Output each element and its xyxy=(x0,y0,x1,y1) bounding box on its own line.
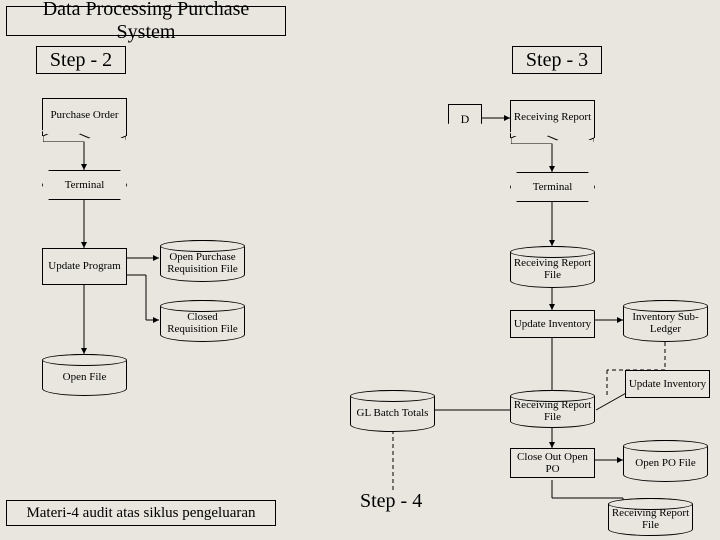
connector-d: D xyxy=(448,104,482,134)
cyl-receiving-report-file-2: Receiving Report File xyxy=(510,390,595,428)
cyl-open-purchase-req-file: Open Purchase Requisition File xyxy=(160,240,245,282)
cyl-gl-batch-totals: GL Batch Totals xyxy=(350,390,435,432)
page-title: Data Processing Purchase System xyxy=(6,6,286,36)
step-3-label: Step - 3 xyxy=(512,46,602,74)
doc-purchase-order: Purchase Order xyxy=(42,98,127,136)
proc-update-program: Update Program xyxy=(42,248,127,285)
title-text: Data Processing Purchase System xyxy=(15,0,277,44)
doc-receiving-report: Receiving Report xyxy=(510,100,595,138)
step-4-label: Step - 4 xyxy=(360,490,422,513)
cyl-inventory-sub-ledger: Inventory Sub-Ledger xyxy=(623,300,708,342)
cyl-open-po-file: Open PO File xyxy=(623,440,708,482)
cyl-receiving-report-file-1: Receiving Report File xyxy=(510,246,595,288)
terminal-left: Terminal xyxy=(42,170,127,200)
proc-update-inventory-1: Update Inventory xyxy=(510,310,595,338)
step-2-label: Step - 2 xyxy=(36,46,126,74)
footer-caption: Materi-4 audit atas siklus pengeluaran xyxy=(6,500,276,526)
proc-update-inventory-2: Update Inventory xyxy=(625,370,710,398)
cyl-receiving-report-file-3: Receiving Report File xyxy=(608,498,693,536)
cyl-closed-req-file: Closed Requisition File xyxy=(160,300,245,342)
proc-close-out-open-po: Close Out Open PO xyxy=(510,448,595,478)
terminal-right: Terminal xyxy=(510,172,595,202)
cyl-open-file: Open File xyxy=(42,354,127,396)
